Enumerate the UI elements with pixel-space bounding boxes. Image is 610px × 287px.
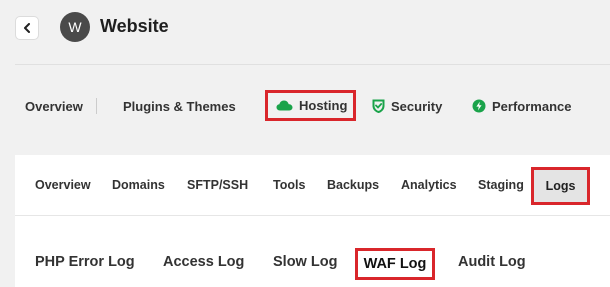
log-tab-access[interactable]: Access Log xyxy=(163,240,244,284)
main-tab-performance[interactable]: Performance xyxy=(472,88,571,124)
log-type-nav: PHP Error Log Access Log Slow Log WAF Lo… xyxy=(15,240,610,284)
sub-tab-sftp-ssh[interactable]: SFTP/SSH xyxy=(187,155,248,216)
avatar-letter: W xyxy=(68,19,82,35)
sub-tab-tools[interactable]: Tools xyxy=(273,155,305,216)
content-card: Overview Domains SFTP/SSH Tools Backups … xyxy=(15,155,610,287)
log-tab-slow[interactable]: Slow Log xyxy=(273,240,337,284)
shield-icon xyxy=(372,99,385,113)
chevron-left-icon xyxy=(24,23,30,33)
main-tab-plugins-themes[interactable]: Plugins & Themes xyxy=(123,88,236,124)
sub-tab-analytics[interactable]: Analytics xyxy=(401,155,457,216)
main-tab-overview-label: Overview xyxy=(25,98,83,114)
header-divider xyxy=(15,64,610,65)
bolt-icon xyxy=(472,99,486,113)
page-title: Website xyxy=(100,16,169,36)
sub-tab-backups[interactable]: Backups xyxy=(327,155,379,216)
main-tab-hosting-label: Hosting xyxy=(299,98,348,113)
main-tab-performance-label: Performance xyxy=(492,98,572,114)
cloud-icon xyxy=(276,100,293,111)
main-nav: Overview Plugins & Themes Hosting Securi… xyxy=(0,88,610,124)
main-tab-plugins-themes-label: Plugins & Themes xyxy=(123,98,236,114)
sub-tab-logs-label: Logs xyxy=(545,179,576,193)
sub-tab-logs[interactable]: Logs xyxy=(531,167,590,205)
main-tab-overview[interactable]: Overview xyxy=(25,88,83,124)
main-tab-security-label: Security xyxy=(391,98,443,114)
log-tab-waf[interactable]: WAF Log xyxy=(355,248,435,280)
site-header: W Website xyxy=(0,0,610,64)
back-button[interactable] xyxy=(15,16,39,40)
log-tab-waf-label: WAF Log xyxy=(363,256,427,272)
sub-tab-staging[interactable]: Staging xyxy=(478,155,524,216)
main-tab-security[interactable]: Security xyxy=(372,88,442,124)
sub-tab-overview[interactable]: Overview xyxy=(35,155,91,216)
log-tab-audit[interactable]: Audit Log xyxy=(458,240,526,284)
nav-separator xyxy=(96,98,97,114)
hosting-sub-nav: Overview Domains SFTP/SSH Tools Backups … xyxy=(15,155,610,216)
avatar: W xyxy=(60,12,90,42)
log-tab-php-error[interactable]: PHP Error Log xyxy=(35,240,135,284)
main-tab-hosting[interactable]: Hosting xyxy=(265,90,357,121)
sub-tab-domains[interactable]: Domains xyxy=(112,155,165,216)
